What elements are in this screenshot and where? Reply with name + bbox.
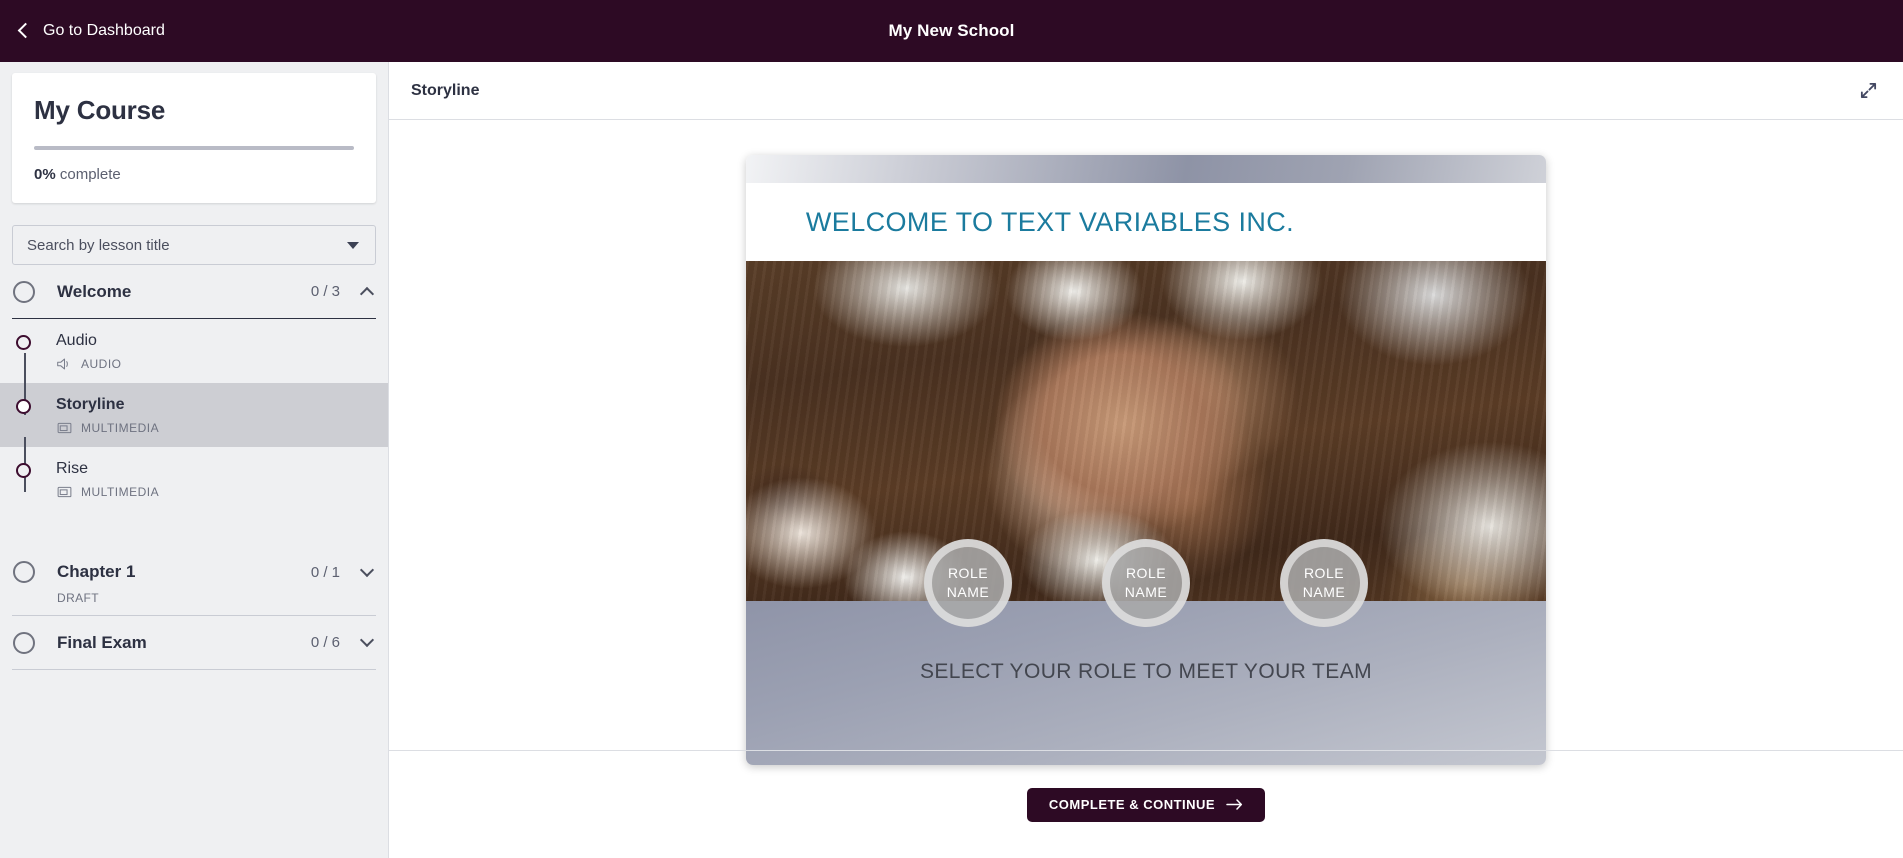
chevron-left-icon bbox=[17, 22, 34, 39]
role-label-line2: NAME bbox=[1302, 584, 1346, 600]
expand-fullscreen-icon bbox=[1860, 82, 1876, 99]
course-progress-card: My Course 0% complete bbox=[12, 73, 376, 203]
course-section-chapter-1: Chapter 1 0 / 1 DRAFT bbox=[12, 545, 376, 616]
role-label-line1: ROLE bbox=[1125, 565, 1167, 582]
lesson-title: Audio bbox=[56, 332, 97, 349]
role-label-line1: ROLE bbox=[947, 565, 989, 582]
section-status-ring bbox=[13, 561, 35, 583]
course-title: My Course bbox=[34, 95, 166, 125]
role-button-2[interactable]: ROLE NAME bbox=[1102, 539, 1190, 627]
slide-title-band: WELCOME TO TEXT VARIABLES INC. bbox=[794, 183, 1306, 261]
lesson-type-label: MULTIMEDIA bbox=[81, 421, 160, 435]
progress-bar-track bbox=[34, 146, 354, 150]
progress-text: 0% complete bbox=[34, 166, 354, 183]
progress-percent: 0% bbox=[34, 166, 56, 183]
lesson-title: Storyline bbox=[56, 396, 125, 413]
lesson-type-label: AUDIO bbox=[81, 357, 122, 371]
lesson-title: Rise bbox=[56, 460, 89, 477]
course-section-welcome: Welcome 0 / 3 Audio AUDIO Storyline MULT… bbox=[0, 265, 388, 511]
lesson-status-dot bbox=[16, 399, 31, 414]
section-header-final-exam[interactable]: Final Exam 0 / 6 bbox=[12, 616, 376, 670]
school-title: My New School bbox=[888, 21, 1015, 40]
multimedia-icon bbox=[57, 486, 72, 498]
lesson-item-audio[interactable]: Audio AUDIO bbox=[12, 319, 376, 383]
arrow-right-icon bbox=[1226, 799, 1243, 810]
complete-continue-label: COMPLETE & CONTINUE bbox=[1048, 797, 1216, 812]
section-count: 0 / 6 bbox=[310, 634, 340, 651]
section-count: 0 / 3 bbox=[310, 283, 340, 300]
lesson-content-header: Storyline bbox=[389, 62, 1903, 120]
lesson-content-panel: Storyline WELCOME TO TEXT VARIABLES INC.… bbox=[388, 62, 1903, 858]
role-label-line2: NAME bbox=[1124, 584, 1168, 600]
role-label-line1: ROLE bbox=[1303, 565, 1345, 582]
lesson-status-dot bbox=[16, 335, 31, 350]
course-section-final-exam: Final Exam 0 / 6 bbox=[12, 616, 376, 670]
lesson-status-dot bbox=[16, 463, 31, 478]
slide-prompt-text: SELECT YOUR ROLE TO MEET YOUR TEAM bbox=[919, 660, 1372, 683]
section-draft-badge: DRAFT bbox=[57, 591, 99, 605]
lesson-content-title: Storyline bbox=[411, 81, 480, 99]
lesson-list-welcome: Audio AUDIO Storyline MULTIMEDIA Rise MU… bbox=[0, 319, 388, 511]
lesson-type-label: MULTIMEDIA bbox=[81, 485, 160, 499]
lesson-footer: COMPLETE & CONTINUE bbox=[389, 750, 1903, 858]
go-to-dashboard-link[interactable]: Go to Dashboard bbox=[17, 22, 165, 40]
role-button-1[interactable]: ROLE NAME bbox=[924, 539, 1012, 627]
multimedia-icon bbox=[57, 422, 72, 434]
role-label-line2: NAME bbox=[946, 584, 990, 600]
go-to-dashboard-label: Go to Dashboard bbox=[43, 22, 165, 39]
complete-and-continue-button[interactable]: COMPLETE & CONTINUE bbox=[1026, 787, 1266, 822]
search-input[interactable]: Search by lesson title bbox=[27, 237, 170, 254]
top-navigation-bar: Go to Dashboard My New School bbox=[0, 0, 1903, 62]
slide-stage: WELCOME TO TEXT VARIABLES INC. ROLE NAME… bbox=[389, 120, 1903, 765]
lesson-item-storyline[interactable]: Storyline MULTIMEDIA bbox=[0, 383, 388, 447]
role-button-3[interactable]: ROLE NAME bbox=[1280, 539, 1368, 627]
section-header-welcome[interactable]: Welcome 0 / 3 bbox=[12, 265, 376, 319]
caret-down-icon bbox=[347, 241, 359, 249]
storyline-slide[interactable]: WELCOME TO TEXT VARIABLES INC. ROLE NAME… bbox=[746, 155, 1546, 765]
chevron-down-icon[interactable] bbox=[359, 632, 375, 648]
role-selector-row: ROLE NAME ROLE NAME ROLE NAME bbox=[746, 539, 1546, 669]
expand-fullscreen-button[interactable] bbox=[1855, 78, 1881, 104]
slide-title: WELCOME TO TEXT VARIABLES INC. bbox=[805, 206, 1295, 237]
lesson-item-rise[interactable]: Rise MULTIMEDIA bbox=[12, 447, 376, 511]
chevron-up-icon[interactable] bbox=[359, 286, 375, 302]
speaker-icon bbox=[57, 358, 68, 370]
progress-complete-label: complete bbox=[55, 166, 121, 183]
course-sidebar: My Course 0% complete Search by lesson t… bbox=[0, 62, 388, 858]
section-count: 0 / 1 bbox=[310, 563, 340, 581]
section-title: Welcome bbox=[57, 281, 132, 301]
section-status-ring bbox=[13, 631, 35, 654]
section-title: Final Exam bbox=[57, 632, 147, 652]
section-title: Chapter 1 bbox=[57, 562, 136, 581]
search-lesson-dropdown[interactable]: Search by lesson title bbox=[12, 225, 376, 265]
slide-top-gradient-band bbox=[746, 155, 1546, 183]
section-status-ring bbox=[13, 280, 35, 303]
chevron-down-icon[interactable] bbox=[359, 562, 375, 577]
